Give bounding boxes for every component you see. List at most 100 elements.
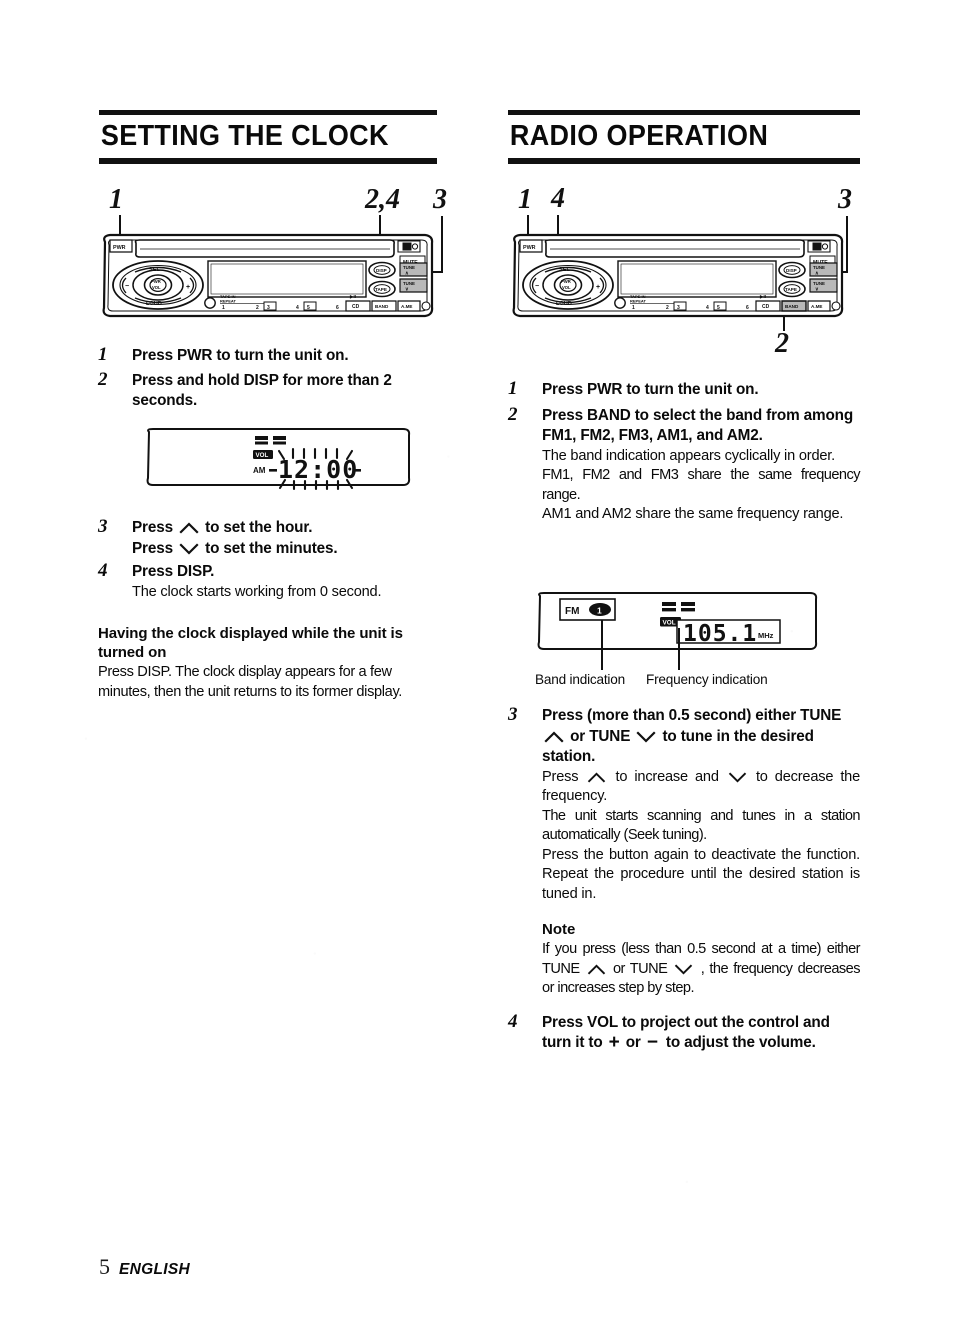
- step-text: Press BAND to select the band from among…: [542, 406, 854, 445]
- svg-text:CD: CD: [352, 304, 360, 310]
- page-footer: 5 ENGLISH: [99, 1256, 190, 1279]
- svg-text:6: 6: [746, 305, 749, 311]
- step-number: 4: [98, 560, 108, 581]
- step-number: 1: [98, 344, 108, 365]
- step-text-min-post: to set the minutes.: [205, 539, 338, 557]
- svg-text:SEL: SEL: [559, 267, 570, 273]
- svg-text:BAND: BAND: [375, 304, 389, 309]
- svg-text:4: 4: [706, 305, 709, 311]
- step-subtext-3: AM1 and AM2 share the same frequency ran…: [542, 506, 844, 522]
- step-text-min-pre: Press: [132, 539, 173, 557]
- svg-text:SEL: SEL: [149, 267, 160, 273]
- note-body: If you press (less than 0.5 second at a …: [542, 940, 861, 999]
- page-language: ENGLISH: [119, 1261, 190, 1278]
- faceplate-diagram-radio: PWR MUTE SEL LOUD − + PWR VOL DISP TAPE …: [508, 232, 848, 322]
- svg-text:PWR: PWR: [523, 245, 536, 251]
- clock-lcd-illustration: VOL AM 12:00: [143, 428, 413, 497]
- svg-text:VOL: VOL: [562, 285, 571, 290]
- step-clock-3: 3 Press to set the hour. Press to set th…: [98, 516, 436, 560]
- step-subtext-2: FM1, FM2 and FM3 share the same frequenc…: [542, 467, 861, 503]
- step-subtext-seek: The unit starts scanning and tunes in a …: [542, 807, 861, 844]
- chevron-down-icon: [179, 542, 199, 555]
- step-text-minutes: Press to set the minutes.: [132, 539, 436, 560]
- callout-3-right: 3: [838, 184, 852, 215]
- step-text-hour: Press to set the hour.: [132, 518, 436, 539]
- step-text: Press DISP.: [132, 563, 215, 580]
- svg-text:5: 5: [717, 305, 720, 311]
- note-mid: or TUNE: [612, 960, 668, 977]
- step-clock-1: 1 Press PWR to turn the unit on.: [98, 344, 436, 367]
- svg-text:VOL: VOL: [663, 620, 676, 627]
- step-text: Press and hold DISP for more than 2 seco…: [132, 371, 392, 410]
- section-heading-clock: SETTING THE CLOCK: [99, 110, 437, 164]
- step-subtext-repeat: Press the button again to deactivate the…: [542, 846, 860, 902]
- clock-subsection-heading: Having the clock displayed while the uni…: [98, 625, 403, 661]
- step-number: 2: [508, 403, 518, 425]
- svg-text:LOUD: LOUD: [146, 301, 162, 307]
- clock-subsection-body: Press DISP. The clock display appears fo…: [98, 664, 403, 700]
- chevron-up-icon: [179, 522, 199, 534]
- step-text: Press VOL to project out the control and…: [542, 1013, 860, 1054]
- chevron-down-icon: [636, 730, 656, 743]
- svg-text:A.ME: A.ME: [811, 304, 822, 309]
- step-number: 3: [508, 704, 518, 725]
- step3p-pre: Press: [542, 768, 579, 785]
- svg-text:+: +: [186, 284, 190, 291]
- svg-text:BAND: BAND: [785, 304, 799, 309]
- chevron-up-icon: [587, 963, 605, 975]
- step-subtext-1: The band indication appears cyclically i…: [542, 447, 835, 464]
- caption-frequency-indication: Frequency indication: [646, 672, 768, 687]
- chevron-up-icon: [544, 730, 564, 743]
- step3-mid: or TUNE: [570, 727, 631, 745]
- svg-text:TUNE: TUNE: [813, 265, 825, 270]
- svg-text:REPEAT: REPEAT: [630, 299, 646, 304]
- svg-text:▶II: ▶II: [759, 294, 766, 299]
- heading-rule-bottom: [99, 158, 437, 164]
- heading-rule-bottom: [508, 158, 860, 164]
- svg-text:PWR: PWR: [113, 245, 126, 251]
- svg-text:A.ME: A.ME: [401, 304, 412, 309]
- section-title-clock: SETTING THE CLOCK: [100, 120, 389, 152]
- step-text: Press (more than 0.5 second) either TUNE…: [542, 706, 860, 768]
- svg-text:3: 3: [267, 305, 270, 311]
- svg-text:MHz: MHz: [758, 631, 774, 640]
- svg-text:4: 4: [296, 305, 299, 311]
- step-subtext-press: Press to increase and to decrease the fr…: [542, 768, 860, 807]
- step3-pre: Press (more than 0.5 second) either TUNE: [542, 707, 842, 724]
- step-text: Press PWR to turn the unit on.: [132, 347, 349, 364]
- svg-text:DISP: DISP: [376, 268, 387, 273]
- callout-4-right: 4: [551, 183, 565, 214]
- svg-text:VOL: VOL: [152, 285, 161, 290]
- svg-text:−: −: [125, 283, 129, 290]
- note-heading: Note: [542, 921, 576, 938]
- svg-text:1: 1: [632, 305, 635, 311]
- step-number: 3: [98, 516, 108, 537]
- svg-text:▶II: ▶II: [349, 294, 356, 299]
- svg-text:3: 3: [677, 305, 680, 311]
- chevron-down-icon: [675, 963, 693, 975]
- svg-text:LOUD: LOUD: [556, 301, 572, 307]
- step-text: Press PWR to turn the unit on.: [542, 381, 759, 398]
- note-block: Note If you press (less than 0.5 second …: [542, 920, 861, 999]
- svg-text:FM: FM: [565, 606, 579, 617]
- step4-or: or: [625, 1034, 641, 1051]
- chevron-down-icon: [728, 771, 747, 783]
- step-number: 4: [508, 1010, 518, 1032]
- svg-text:105.1: 105.1: [683, 621, 757, 647]
- svg-text:TAPE: TAPE: [375, 287, 387, 292]
- callout-2-right: 2: [775, 328, 789, 359]
- svg-text:PWR: PWR: [561, 279, 571, 284]
- step-radio-2: 2 Press BAND to select the band from amo…: [508, 403, 861, 525]
- svg-text:+: +: [596, 284, 600, 291]
- callout-24-left: 2,4: [365, 184, 400, 215]
- lcd-leader-band: [601, 620, 603, 670]
- faceplate-diagram-clock: PWR MUTE SEL LOUD − + PWR VOL DISP TAPE …: [98, 232, 438, 322]
- svg-text:2: 2: [666, 305, 669, 311]
- svg-text:TUNE: TUNE: [403, 265, 415, 270]
- svg-text:VOL: VOL: [256, 452, 269, 459]
- step-clock-4: 4 Press DISP. The clock starts working f…: [98, 560, 436, 602]
- section-heading-radio: RADIO OPERATION: [508, 110, 860, 164]
- step3p-mid: to increase and: [615, 768, 719, 785]
- step-radio-3: 3 Press (more than 0.5 second) either TU…: [508, 704, 861, 904]
- svg-text:∨: ∨: [815, 287, 819, 293]
